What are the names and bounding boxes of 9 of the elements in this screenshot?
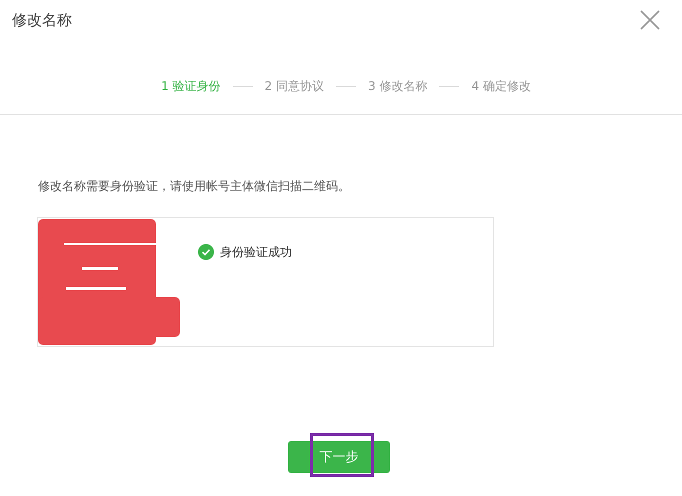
step-label: 3 修改名称 <box>368 78 428 94</box>
step-label: 1 验证身份 <box>161 78 221 94</box>
step-label: 2 同意协议 <box>264 78 324 94</box>
next-button[interactable]: 下一步 <box>288 441 390 473</box>
step-label: 4 确定修改 <box>471 78 531 94</box>
close-icon[interactable] <box>640 10 660 30</box>
dialog-title: 修改名称 <box>12 10 72 30</box>
instruction-text: 修改名称需要身份验证，请使用帐号主体微信扫描二维码。 <box>38 178 351 195</box>
verification-status: 身份验证成功 <box>220 244 292 260</box>
